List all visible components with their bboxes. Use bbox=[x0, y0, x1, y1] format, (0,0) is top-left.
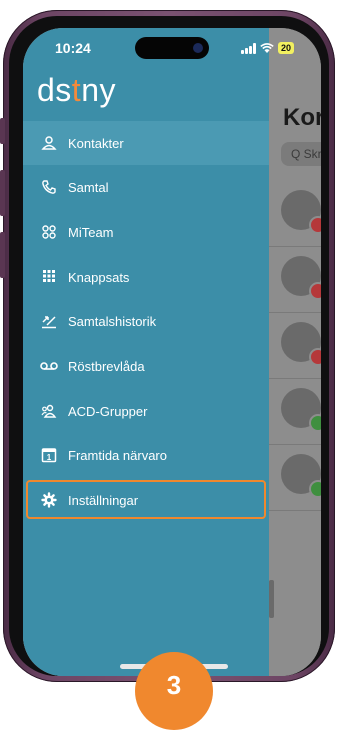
menu-item-miteam[interactable]: MiTeam bbox=[23, 210, 269, 254]
menu-item-kontakter[interactable]: Kontakter bbox=[23, 121, 269, 165]
step-badge: 3 bbox=[135, 652, 213, 730]
status-bar-time: 10:24 bbox=[55, 40, 91, 56]
team-icon bbox=[40, 223, 58, 241]
status-busy-icon bbox=[309, 348, 321, 366]
calendar-icon: 1 bbox=[40, 446, 58, 464]
status-available-icon bbox=[309, 414, 321, 432]
settings-highlight-outline bbox=[26, 480, 266, 519]
status-bar-icons: 20 bbox=[241, 41, 295, 55]
menu-item-rostbrevlada[interactable]: Röstbrevlåda bbox=[23, 344, 269, 388]
menu-item-samtalshistorik[interactable]: Samtalshistorik bbox=[23, 299, 269, 343]
camera-icon bbox=[193, 43, 203, 53]
wifi-icon bbox=[260, 42, 274, 53]
acd-groups-icon bbox=[40, 402, 58, 420]
volume-down-button bbox=[0, 232, 5, 278]
menu-item-knappsats[interactable]: Knappsats bbox=[23, 255, 269, 299]
volume-up-button bbox=[0, 170, 5, 216]
menu-item-label: MiTeam bbox=[68, 224, 114, 240]
menu-item-acd-grupper[interactable]: ACD-Grupper bbox=[23, 389, 269, 433]
phone-icon bbox=[40, 178, 58, 196]
menu-item-samtal[interactable]: Samtal bbox=[23, 165, 269, 209]
menu-item-label: ACD-Grupper bbox=[68, 403, 148, 419]
battery-indicator: 20 bbox=[278, 42, 295, 54]
navigation-drawer: 10:24 dstny Kontakter Samtal MiTeam Knap… bbox=[23, 28, 269, 676]
contact-row bbox=[269, 246, 321, 313]
background-page-title: Kor bbox=[283, 104, 321, 131]
menu-item-label: Röstbrevlåda bbox=[68, 358, 145, 374]
contact-row bbox=[269, 180, 321, 247]
dynamic-island bbox=[135, 37, 209, 59]
svg-text:1: 1 bbox=[47, 453, 52, 462]
contacts-icon bbox=[40, 134, 58, 152]
scrollbar bbox=[269, 580, 274, 618]
cellular-signal-icon bbox=[241, 42, 256, 54]
action-button bbox=[0, 118, 5, 144]
menu-item-label: Framtida närvaro bbox=[68, 447, 167, 463]
background-search-input: Q Skr bbox=[281, 142, 321, 166]
menu-item-label: Samtalshistorik bbox=[68, 313, 157, 329]
dstny-logo: dstny bbox=[37, 72, 116, 108]
status-available-icon bbox=[309, 480, 321, 498]
call-history-icon bbox=[40, 312, 58, 330]
menu-item-label: Samtal bbox=[68, 179, 109, 195]
contact-row bbox=[269, 378, 321, 445]
voicemail-icon bbox=[40, 357, 58, 375]
status-dnd-icon bbox=[309, 282, 321, 300]
contact-row bbox=[269, 444, 321, 511]
step-number: 3 bbox=[166, 670, 182, 700]
status-busy-icon bbox=[309, 216, 321, 234]
menu-item-framtida-narvaro[interactable]: 1 Framtida närvaro bbox=[23, 433, 269, 477]
phone-screen: Kor Q Skr 10:24 dstny Kontakter Samtal M… bbox=[23, 28, 321, 676]
keypad-icon bbox=[40, 268, 58, 286]
menu-item-label: Knappsats bbox=[68, 269, 130, 285]
menu-item-label: Kontakter bbox=[68, 135, 124, 151]
contact-row bbox=[269, 312, 321, 379]
